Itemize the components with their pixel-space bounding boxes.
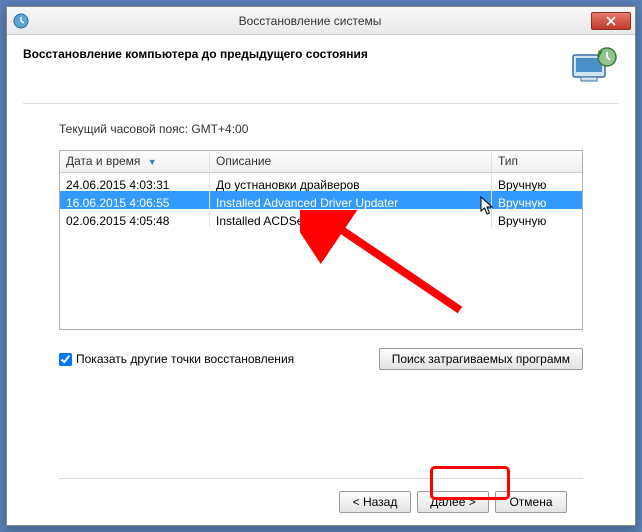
table-row[interactable]: 24.06.2015 4:03:31 До устнановки драйвер… — [60, 173, 582, 191]
restore-computer-icon — [571, 47, 619, 89]
timezone-label: Текущий часовой пояс: GMT+4:00 — [59, 122, 583, 136]
next-button[interactable]: Далее > — [417, 491, 489, 513]
sort-desc-icon: ▼ — [148, 157, 157, 167]
show-more-checkbox[interactable]: Показать другие точки восстановления — [59, 352, 294, 366]
content-area: Восстановление компьютера до предыдущего… — [7, 35, 635, 525]
table-header: Дата и время ▼ Описание Тип — [60, 151, 582, 173]
show-more-label: Показать другие точки восстановления — [76, 352, 294, 366]
divider — [23, 103, 619, 104]
cell-date: 24.06.2015 4:03:31 — [60, 173, 210, 191]
cell-desc: Installed Advanced Driver Updater — [210, 191, 492, 209]
cell-date: 16.06.2015 4:06:55 — [60, 191, 210, 209]
cell-desc: До устнановки драйверов — [210, 173, 492, 191]
table-body: 24.06.2015 4:03:31 До устнановки драйвер… — [60, 173, 582, 227]
options-row: Показать другие точки восстановления Пои… — [59, 348, 583, 370]
cell-date: 02.06.2015 4:05:48 — [60, 209, 210, 227]
cell-desc: Installed ACDSee Pro 8 — [210, 209, 492, 227]
col-header-desc[interactable]: Описание — [210, 151, 492, 172]
col-header-date[interactable]: Дата и время ▼ — [60, 151, 210, 172]
scan-affected-button[interactable]: Поиск затрагиваемых программ — [379, 348, 583, 370]
cell-type: Вручную — [492, 191, 582, 209]
cell-type: Вручную — [492, 209, 582, 227]
col-header-type[interactable]: Тип — [492, 151, 582, 172]
col-header-date-label: Дата и время — [66, 154, 140, 168]
table-row[interactable]: 16.06.2015 4:06:55 Installed Advanced Dr… — [60, 191, 582, 209]
cell-type: Вручную — [492, 173, 582, 191]
cancel-button[interactable]: Отмена — [495, 491, 567, 513]
window-title: Восстановление системы — [29, 14, 591, 28]
close-button[interactable] — [591, 12, 631, 30]
restore-points-table: Дата и время ▼ Описание Тип 24.06.2015 4… — [59, 150, 583, 330]
page-header: Восстановление компьютера до предыдущего… — [23, 47, 571, 61]
back-button[interactable]: < Назад — [339, 491, 411, 513]
footer-buttons: < Назад Далее > Отмена — [59, 478, 583, 513]
close-icon — [606, 16, 616, 26]
table-row[interactable]: 02.06.2015 4:05:48 Installed ACDSee Pro … — [60, 209, 582, 227]
restore-title-icon — [13, 13, 29, 29]
show-more-checkbox-input[interactable] — [59, 353, 72, 366]
wizard-window: Восстановление системы Восстановление ко… — [6, 6, 636, 526]
titlebar: Восстановление системы — [7, 7, 635, 35]
